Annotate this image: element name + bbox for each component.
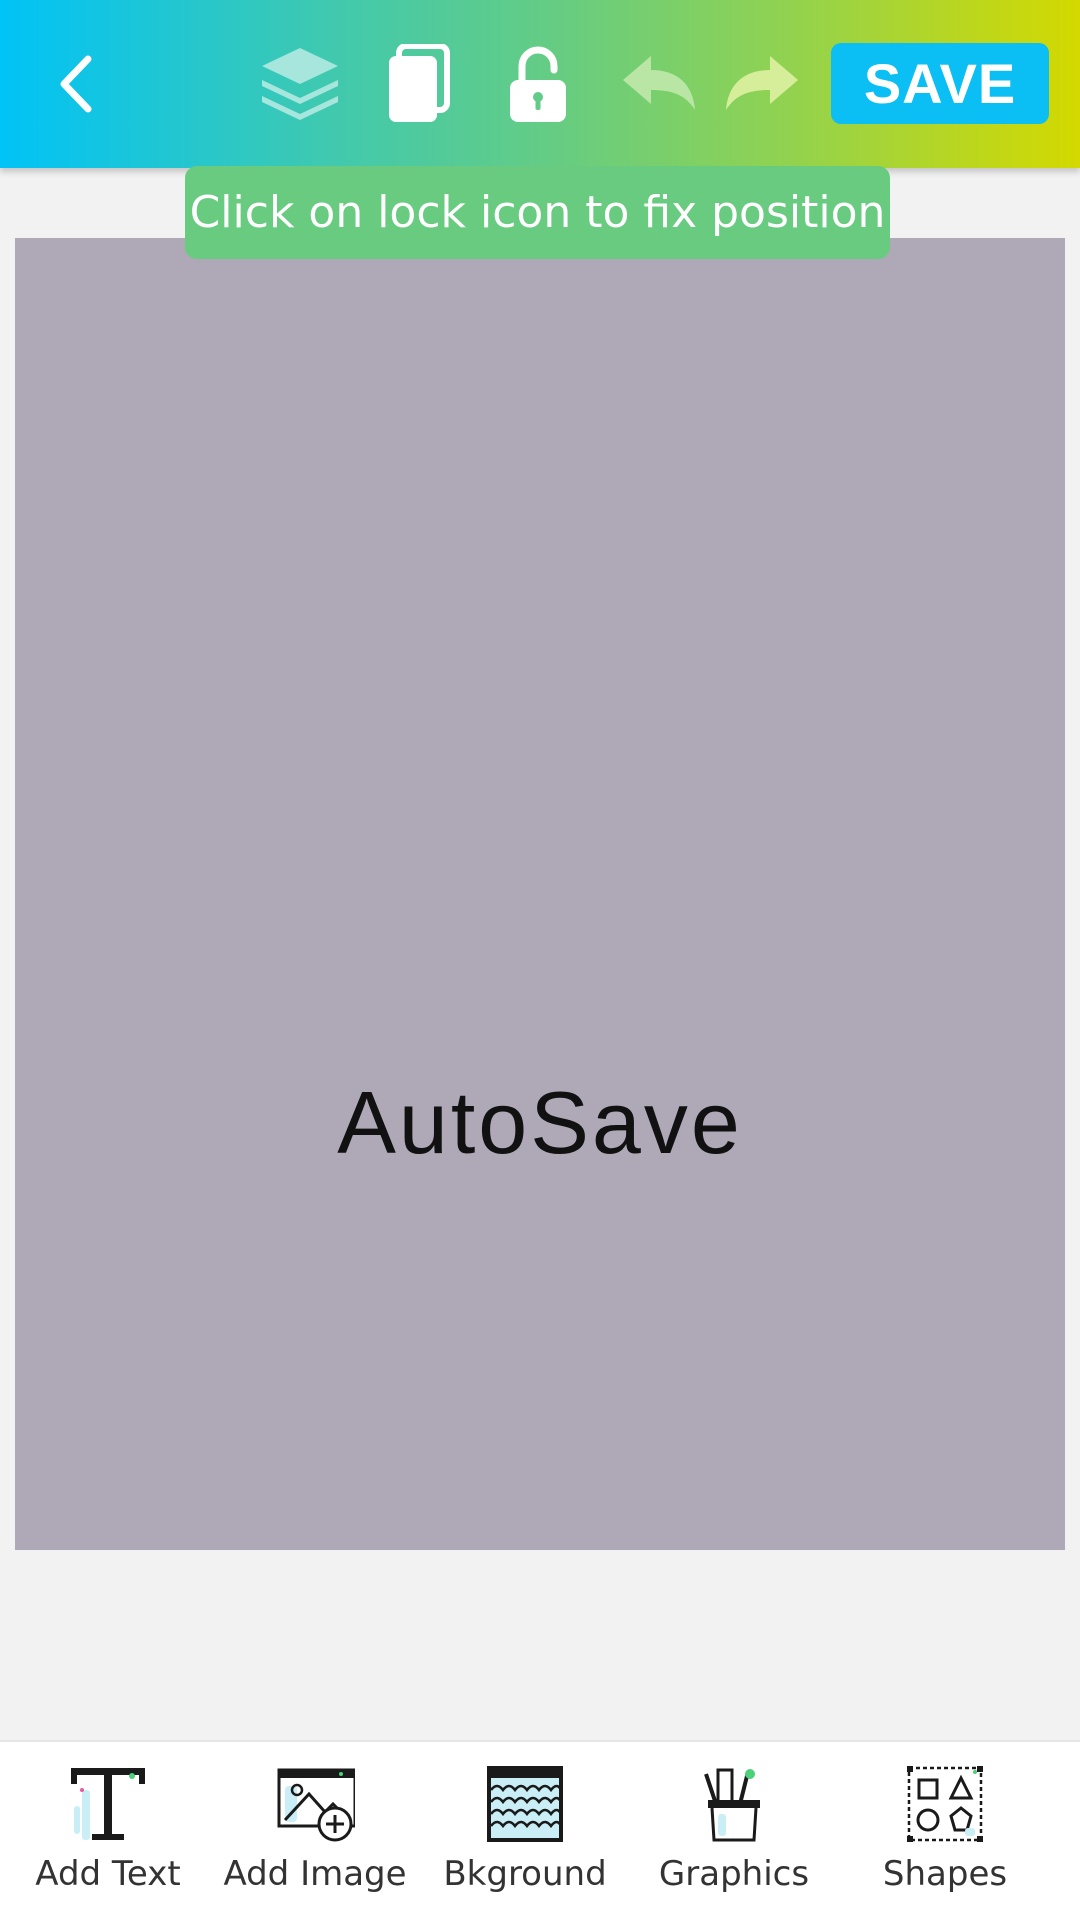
back-button[interactable] <box>40 34 110 134</box>
copy-button[interactable] <box>383 34 453 134</box>
add-text-tool[interactable]: Add Text <box>0 1742 216 1922</box>
redo-icon <box>726 56 798 110</box>
shapes-label: Shapes <box>882 1854 1008 1894</box>
background-label: Bkground <box>443 1854 607 1894</box>
undo-icon <box>623 56 695 110</box>
layers-icon <box>262 48 338 120</box>
pencil-cup-icon <box>704 1768 760 1842</box>
background-tool[interactable]: Bkground <box>417 1742 633 1922</box>
lock-hint-tooltip: Click on lock icon to fix position <box>185 166 890 259</box>
background-pattern-icon <box>487 1766 563 1842</box>
redo-button[interactable] <box>723 34 803 134</box>
save-button[interactable]: SAVE <box>831 43 1049 124</box>
shapes-tool[interactable]: Shapes <box>837 1742 1053 1922</box>
add-image-tool[interactable]: Add Image <box>207 1742 423 1922</box>
add-image-icon <box>277 1768 355 1842</box>
design-canvas[interactable]: AutoSave <box>15 238 1065 1550</box>
add-image-label: Add Image <box>223 1854 407 1894</box>
add-text-label: Add Text <box>35 1854 181 1894</box>
canvas-text-layer[interactable]: AutoSave <box>15 1073 1065 1173</box>
shapes-icon <box>907 1766 983 1842</box>
copy-icon <box>389 44 450 122</box>
undo-button[interactable] <box>618 34 698 134</box>
chevron-left-icon <box>60 55 92 113</box>
lock-button[interactable] <box>503 34 573 134</box>
graphics-tool[interactable]: Graphics <box>626 1742 842 1922</box>
layers-button[interactable] <box>255 34 345 134</box>
text-icon <box>71 1768 145 1840</box>
graphics-label: Graphics <box>658 1854 810 1894</box>
unlock-icon <box>510 46 566 122</box>
bottom-toolbar: Add Text Add Image Bkground Graphics Sha… <box>0 1740 1080 1922</box>
top-toolbar: SAVE <box>0 0 1080 168</box>
